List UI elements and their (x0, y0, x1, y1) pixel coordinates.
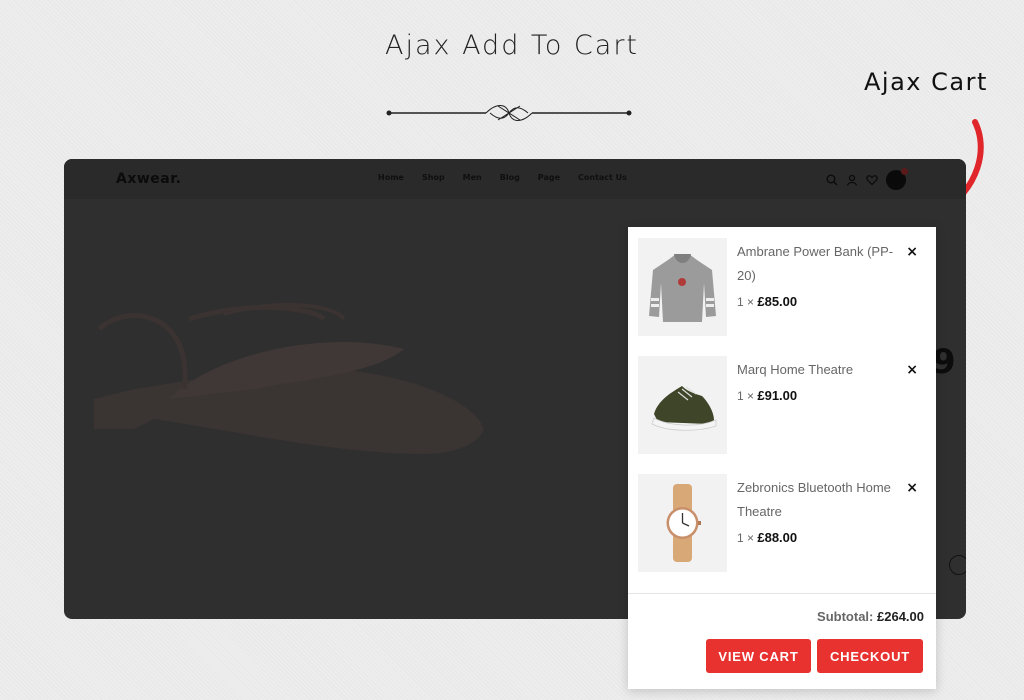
mini-cart-panel: Ambrane Power Bank (PP-20) 1 × £85.00 × … (628, 227, 936, 689)
sneaker-icon (651, 386, 717, 431)
cart-count-badge (901, 168, 908, 175)
store-navbar: Axwear. Home Shop Men Blog Page Contact … (64, 159, 966, 199)
heart-icon[interactable] (866, 174, 878, 186)
page-headline: Ajax Add To Cart (384, 30, 640, 61)
menu-item-page[interactable]: Page (538, 173, 560, 182)
slider-prev-icon[interactable] (949, 555, 966, 575)
menu-item-men[interactable]: Men (463, 173, 482, 182)
cart-icon[interactable] (886, 168, 908, 190)
watch-icon (666, 484, 701, 562)
menu-item-blog[interactable]: Blog (500, 173, 520, 182)
ajax-cart-callout: Ajax Cart (864, 68, 988, 96)
cart-item: Ambrane Power Bank (PP-20) 1 × £85.00 × (638, 238, 928, 338)
menu-item-home[interactable]: Home (378, 173, 404, 182)
cart-item-qty-price: 1 × £85.00 (737, 294, 797, 309)
cart-item-price: £91.00 (757, 388, 798, 403)
cart-item-thumbnail[interactable] (638, 238, 727, 336)
remove-item-button[interactable]: × (906, 244, 918, 260)
cart-item-qty: 1 × (737, 389, 755, 403)
sweatshirt-icon (649, 254, 716, 322)
remove-item-button[interactable]: × (906, 480, 918, 496)
cart-item-thumbnail[interactable] (638, 356, 727, 454)
menu-item-shop[interactable]: Shop (422, 173, 445, 182)
cart-item-name[interactable]: Ambrane Power Bank (PP-20) (737, 240, 897, 288)
checkout-button[interactable]: Checkout (817, 639, 923, 673)
cart-subtotal: Subtotal: £264.00 (817, 609, 924, 624)
cart-item-thumbnail[interactable] (638, 474, 727, 572)
cart-item: Zebronics Bluetooth Home Theatre 1 × £88… (638, 474, 928, 574)
divider-ornament-icon (386, 105, 632, 121)
menu-item-contact[interactable]: Contact Us (578, 173, 627, 182)
store-menu: Home Shop Men Blog Page Contact Us (378, 173, 627, 182)
view-cart-button[interactable]: View Cart (706, 639, 811, 673)
store-logo[interactable]: Axwear. (116, 171, 181, 187)
cart-item-qty: 1 × (737, 295, 755, 309)
cart-item-qty-price: 1 × £88.00 (737, 530, 797, 545)
store-nav-icons (826, 168, 908, 190)
shoe-image (94, 302, 484, 454)
search-icon[interactable] (826, 174, 838, 186)
subtotal-label: Subtotal: (817, 609, 874, 624)
cart-item-name[interactable]: Marq Home Theatre (737, 358, 897, 382)
subtotal-value: £264.00 (877, 609, 924, 624)
cart-item-price: £88.00 (757, 530, 798, 545)
remove-item-button[interactable]: × (906, 362, 918, 378)
user-icon[interactable] (846, 174, 858, 186)
cart-item: Marq Home Theatre 1 × £91.00 × (638, 356, 928, 456)
cart-item-qty-price: 1 × £91.00 (737, 388, 797, 403)
cart-divider (628, 593, 936, 594)
cart-item-name[interactable]: Zebronics Bluetooth Home Theatre (737, 476, 897, 524)
cart-item-price: £85.00 (757, 294, 798, 309)
cart-item-qty: 1 × (737, 531, 755, 545)
